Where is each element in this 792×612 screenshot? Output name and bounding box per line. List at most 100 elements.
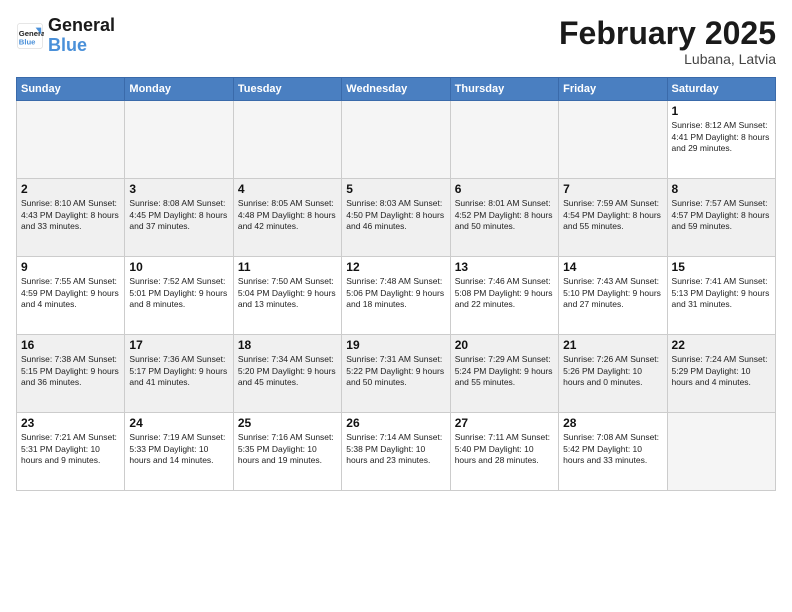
week-row-1: 1 Sunrise: 8:12 AM Sunset: 4:41 PM Daylig… xyxy=(17,101,776,179)
calendar-cell: 19Sunrise: 7:31 AM Sunset: 5:22 PM Dayli… xyxy=(342,335,450,413)
calendar-cell: 20 Sunrise: 7:29 AM Sunset: 5:24 PM Dayli… xyxy=(450,335,558,413)
calendar-cell: 15 Sunrise: 7:41 AM Sunset: 5:13 PM Dayli… xyxy=(667,257,775,335)
calendar-cell xyxy=(17,101,125,179)
calendar-cell xyxy=(667,413,775,491)
day-number: 14 xyxy=(563,260,662,274)
month-title: February 2025 xyxy=(559,16,776,51)
calendar-cell xyxy=(125,101,233,179)
day-number: 9 xyxy=(21,260,120,274)
day-info: Sunrise: 7:52 AM Sunset: 5:01 PM Dayligh… xyxy=(129,276,228,310)
calendar-cell: 5 Sunrise: 8:03 AM Sunset: 4:50 PM Daylig… xyxy=(342,179,450,257)
day-info: Sunrise: 7:43 AM Sunset: 5:10 PM Dayligh… xyxy=(563,276,662,310)
calendar-cell: 17 Sunrise: 7:36 AM Sunset: 5:17 PM Dayli… xyxy=(125,335,233,413)
day-info: Sunrise: 7:11 AM Sunset: 5:40 PM Dayligh… xyxy=(455,432,554,466)
day-number: 24 xyxy=(129,416,228,430)
day-info: Sunrise: 7:46 AM Sunset: 5:08 PM Dayligh… xyxy=(455,276,554,310)
calendar-cell: 7Sunrise: 7:59 AM Sunset: 4:54 PM Daylig… xyxy=(559,179,667,257)
day-number: 27 xyxy=(455,416,554,430)
location-subtitle: Lubana, Latvia xyxy=(559,51,776,67)
week-row-2: 2Sunrise: 8:10 AM Sunset: 4:43 PM Daylig… xyxy=(17,179,776,257)
day-number: 1 xyxy=(672,104,771,118)
col-friday: Friday xyxy=(559,78,667,101)
col-monday: Monday xyxy=(125,78,233,101)
day-info: Sunrise: 7:24 AM Sunset: 5:29 PM Dayligh… xyxy=(672,354,771,388)
calendar-cell: 22 Sunrise: 7:24 AM Sunset: 5:29 PM Dayli… xyxy=(667,335,775,413)
week-row-3: 9 Sunrise: 7:55 AM Sunset: 4:59 PM Daylig… xyxy=(17,257,776,335)
logo-icon: General Blue xyxy=(16,22,44,50)
day-number: 25 xyxy=(238,416,337,430)
day-info: Sunrise: 7:50 AM Sunset: 5:04 PM Dayligh… xyxy=(238,276,337,310)
day-info: Sunrise: 7:57 AM Sunset: 4:57 PM Dayligh… xyxy=(672,198,771,232)
calendar-cell: 21 Sunrise: 7:26 AM Sunset: 5:26 PM Dayli… xyxy=(559,335,667,413)
header-row: Sunday Monday Tuesday Wednesday Thursday… xyxy=(17,78,776,101)
day-number: 8 xyxy=(672,182,771,196)
day-info: Sunrise: 7:41 AM Sunset: 5:13 PM Dayligh… xyxy=(672,276,771,310)
day-info: Sunrise: 7:19 AM Sunset: 5:33 PM Dayligh… xyxy=(129,432,228,466)
day-number: 4 xyxy=(238,182,337,196)
calendar-cell: 24 Sunrise: 7:19 AM Sunset: 5:33 PM Dayli… xyxy=(125,413,233,491)
calendar-cell: 23 Sunrise: 7:21 AM Sunset: 5:31 PM Dayli… xyxy=(17,413,125,491)
day-number: 22 xyxy=(672,338,771,352)
day-number: 12 xyxy=(346,260,445,274)
week-row-4: 16 Sunrise: 7:38 AM Sunset: 5:15 PM Dayli… xyxy=(17,335,776,413)
day-number: 13 xyxy=(455,260,554,274)
calendar-cell: 3 Sunrise: 8:08 AM Sunset: 4:45 PM Daylig… xyxy=(125,179,233,257)
day-number: 2 xyxy=(21,182,120,196)
col-sunday: Sunday xyxy=(17,78,125,101)
day-info: Sunrise: 8:01 AM Sunset: 4:52 PM Dayligh… xyxy=(455,198,554,232)
calendar-cell: 14 Sunrise: 7:43 AM Sunset: 5:10 PM Dayli… xyxy=(559,257,667,335)
day-number: 5 xyxy=(346,182,445,196)
calendar-cell xyxy=(342,101,450,179)
day-info: Sunrise: 7:31 AM Sunset: 5:22 PM Dayligh… xyxy=(346,354,445,388)
calendar-cell: 16 Sunrise: 7:38 AM Sunset: 5:15 PM Dayli… xyxy=(17,335,125,413)
calendar-cell: 13 Sunrise: 7:46 AM Sunset: 5:08 PM Dayli… xyxy=(450,257,558,335)
day-info: Sunrise: 8:12 AM Sunset: 4:41 PM Dayligh… xyxy=(672,120,771,154)
day-info: Sunrise: 8:08 AM Sunset: 4:45 PM Dayligh… xyxy=(129,198,228,232)
svg-text:Blue: Blue xyxy=(19,37,36,46)
day-number: 18 xyxy=(238,338,337,352)
day-info: Sunrise: 7:21 AM Sunset: 5:31 PM Dayligh… xyxy=(21,432,120,466)
calendar-cell: 8 Sunrise: 7:57 AM Sunset: 4:57 PM Daylig… xyxy=(667,179,775,257)
calendar-cell: 27 Sunrise: 7:11 AM Sunset: 5:40 PM Dayli… xyxy=(450,413,558,491)
day-number: 16 xyxy=(21,338,120,352)
calendar-cell: 1 Sunrise: 8:12 AM Sunset: 4:41 PM Daylig… xyxy=(667,101,775,179)
calendar-cell xyxy=(559,101,667,179)
day-info: Sunrise: 7:48 AM Sunset: 5:06 PM Dayligh… xyxy=(346,276,445,310)
col-saturday: Saturday xyxy=(667,78,775,101)
day-info: Sunrise: 8:05 AM Sunset: 4:48 PM Dayligh… xyxy=(238,198,337,232)
day-number: 23 xyxy=(21,416,120,430)
day-info: Sunrise: 7:16 AM Sunset: 5:35 PM Dayligh… xyxy=(238,432,337,466)
logo: General Blue General Blue xyxy=(16,16,115,56)
calendar: Sunday Monday Tuesday Wednesday Thursday… xyxy=(16,77,776,491)
col-wednesday: Wednesday xyxy=(342,78,450,101)
calendar-cell: 6Sunrise: 8:01 AM Sunset: 4:52 PM Daylig… xyxy=(450,179,558,257)
day-info: Sunrise: 7:38 AM Sunset: 5:15 PM Dayligh… xyxy=(21,354,120,388)
day-info: Sunrise: 7:36 AM Sunset: 5:17 PM Dayligh… xyxy=(129,354,228,388)
calendar-cell: 12 Sunrise: 7:48 AM Sunset: 5:06 PM Dayli… xyxy=(342,257,450,335)
logo-brand: General Blue xyxy=(48,16,115,56)
week-row-5: 23 Sunrise: 7:21 AM Sunset: 5:31 PM Dayli… xyxy=(17,413,776,491)
day-number: 3 xyxy=(129,182,228,196)
day-info: Sunrise: 7:29 AM Sunset: 5:24 PM Dayligh… xyxy=(455,354,554,388)
day-number: 10 xyxy=(129,260,228,274)
calendar-cell: 18 Sunrise: 7:34 AM Sunset: 5:20 PM Dayli… xyxy=(233,335,341,413)
day-number: 20 xyxy=(455,338,554,352)
day-number: 11 xyxy=(238,260,337,274)
col-thursday: Thursday xyxy=(450,78,558,101)
title-area: February 2025 Lubana, Latvia xyxy=(559,16,776,67)
calendar-cell: 26Sunrise: 7:14 AM Sunset: 5:38 PM Dayli… xyxy=(342,413,450,491)
day-info: Sunrise: 7:08 AM Sunset: 5:42 PM Dayligh… xyxy=(563,432,662,466)
logo-line1: General xyxy=(48,16,115,36)
day-info: Sunrise: 7:55 AM Sunset: 4:59 PM Dayligh… xyxy=(21,276,120,310)
calendar-cell: 9 Sunrise: 7:55 AM Sunset: 4:59 PM Daylig… xyxy=(17,257,125,335)
calendar-cell: 4 Sunrise: 8:05 AM Sunset: 4:48 PM Daylig… xyxy=(233,179,341,257)
day-info: Sunrise: 7:34 AM Sunset: 5:20 PM Dayligh… xyxy=(238,354,337,388)
day-number: 17 xyxy=(129,338,228,352)
day-number: 15 xyxy=(672,260,771,274)
day-info: Sunrise: 8:03 AM Sunset: 4:50 PM Dayligh… xyxy=(346,198,445,232)
calendar-cell: 11 Sunrise: 7:50 AM Sunset: 5:04 PM Dayli… xyxy=(233,257,341,335)
day-info: Sunrise: 7:26 AM Sunset: 5:26 PM Dayligh… xyxy=(563,354,662,388)
day-info: Sunrise: 7:59 AM Sunset: 4:54 PM Dayligh… xyxy=(563,198,662,232)
day-number: 28 xyxy=(563,416,662,430)
day-number: 21 xyxy=(563,338,662,352)
